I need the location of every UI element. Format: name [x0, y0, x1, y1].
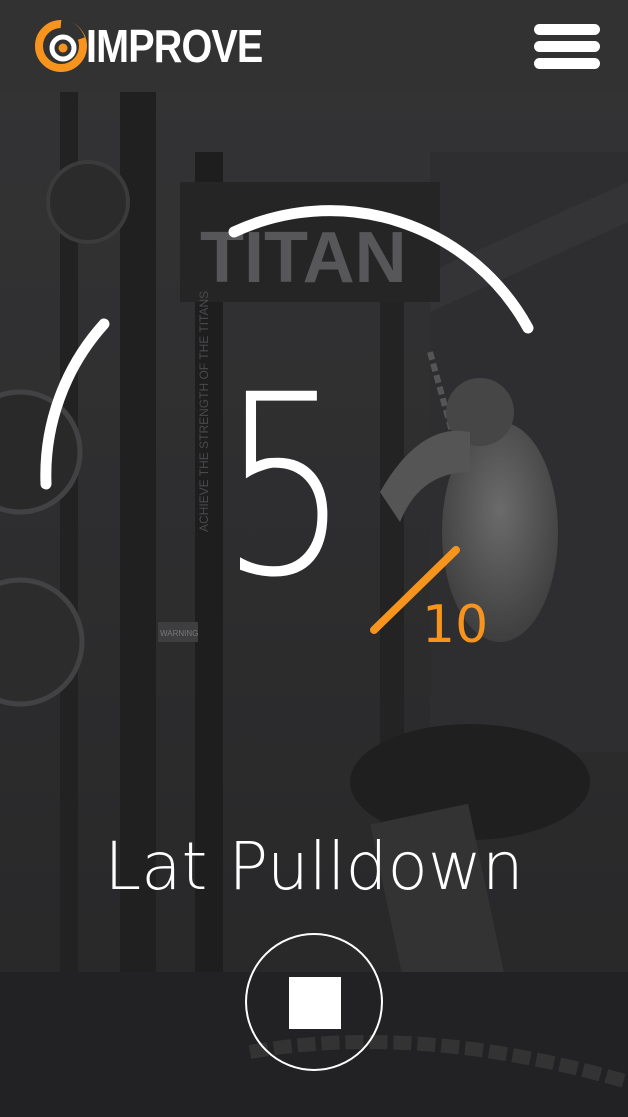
brand-name: IMPROVE: [86, 20, 263, 72]
target-logo-icon[interactable]: [34, 19, 88, 73]
stop-button[interactable]: [245, 933, 383, 1071]
app-header: IMPROVE: [0, 0, 628, 92]
exercise-name: Lat Pulldown: [104, 828, 524, 905]
stop-icon: [289, 977, 341, 1029]
total-rep-count: 10: [422, 595, 489, 655]
hamburger-menu-icon[interactable]: [534, 24, 602, 70]
workout-stage: TITAN ACHIEVE THE STRENGTH OF THE TITANS…: [0, 92, 628, 1117]
current-rep-count: 5: [219, 341, 351, 632]
progress-arc-left: [40, 318, 110, 490]
progress-arc-top: [228, 205, 534, 334]
